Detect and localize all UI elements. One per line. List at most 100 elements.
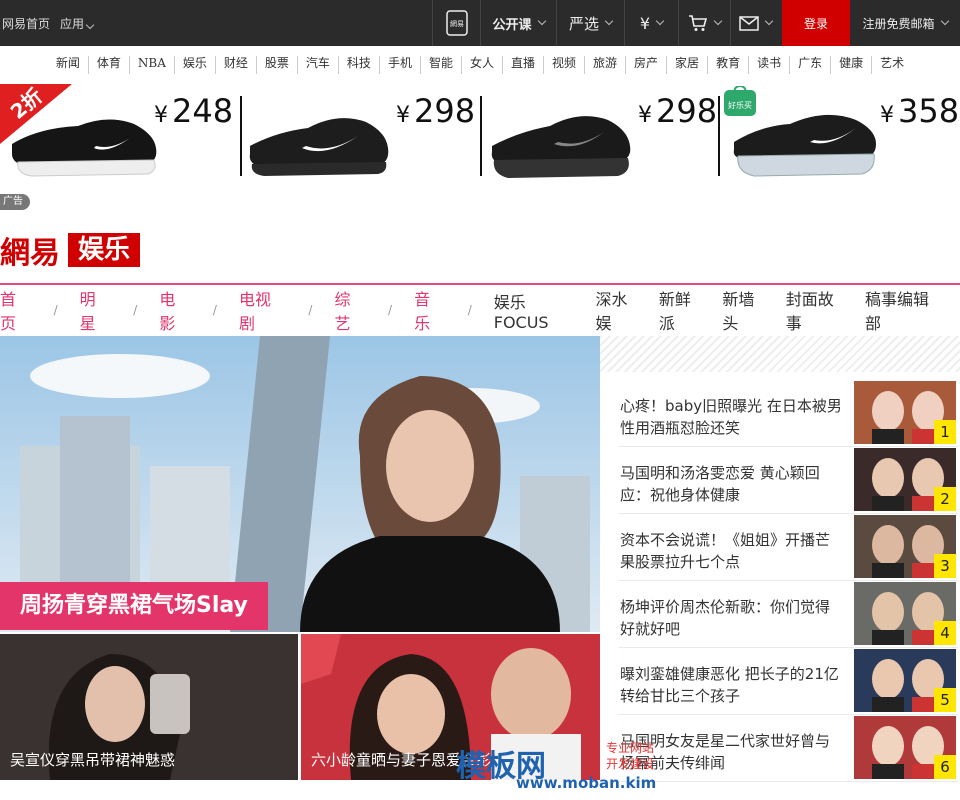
news-thumb[interactable]: 3 <box>854 515 956 578</box>
channel-link[interactable]: 汽车 <box>298 56 339 74</box>
subnav-link[interactable]: 明星 <box>80 286 112 334</box>
chevron-down-icon <box>85 20 95 29</box>
news-item[interactable]: 资本不会说谎！《姐姐》开播芒果股票拉升七个点 3 <box>618 515 958 581</box>
netease-ent-logo[interactable]: 網易 娱乐 <box>0 232 141 271</box>
shoe-image-4[interactable] <box>730 102 880 178</box>
channel-link[interactable]: 房产 <box>626 56 668 74</box>
apps-menu[interactable]: 应用 <box>60 15 95 32</box>
channel-link[interactable]: 家居 <box>667 56 709 74</box>
news-item[interactable]: 杨坤评价周杰伦新歌：你们觉得好就好吧 4 <box>618 582 958 648</box>
cart-menu[interactable] <box>678 0 730 46</box>
mobile-app-button[interactable]: 網易 <box>432 0 480 46</box>
subnav-link[interactable]: 电视剧 <box>239 286 286 334</box>
subnav-link[interactable]: 稿事编辑部 <box>865 286 944 334</box>
channel-link[interactable]: 直播 <box>503 56 544 74</box>
netease-home-link[interactable]: 网易首页 <box>2 15 50 32</box>
news-title[interactable]: 杨坤评价周杰伦新歌：你们觉得好就好吧 <box>620 596 842 640</box>
news-title[interactable]: 曝刘銮雄健康恶化 把长子的21亿转给甘比三个孩子 <box>620 663 842 707</box>
shoe-image-1[interactable] <box>8 104 160 178</box>
news-title[interactable]: 资本不会说谎！《姐姐》开播芒果股票拉升七个点 <box>620 529 842 573</box>
ent-sub-nav: 首页 / 明星 / 电影 / 电视剧 / 综艺 / 音乐 / 娱乐FOCUS 深水娱 新鲜派 新墙头 封面故事稿… <box>0 290 960 333</box>
phone-icon: 網易 <box>445 10 468 36</box>
register-email-menu[interactable]: 注册免费邮箱 <box>850 0 960 46</box>
channel-link[interactable]: 广东 <box>790 56 832 74</box>
news-item[interactable]: 曝刘銮雄健康恶化 把长子的21亿转给甘比三个孩子 5 <box>618 649 958 715</box>
chevron-down-icon <box>713 16 723 26</box>
channel-link[interactable]: 娱乐 <box>175 56 216 74</box>
subnav-separator: / <box>133 303 138 317</box>
rank-badge: 4 <box>934 621 956 645</box>
ad-divider <box>480 96 482 176</box>
thumb-caption-1: 吴宣仪穿黑吊带裙神魅惑 <box>10 751 176 769</box>
thumb-card-1[interactable]: 吴宣仪穿黑吊带裙神魅惑 <box>0 634 298 780</box>
cart-icon <box>689 15 708 31</box>
subnav-link[interactable]: 新鲜派 <box>659 286 706 334</box>
apps-label: 应用 <box>60 16 85 31</box>
ad-price-3: ¥298 <box>638 92 718 130</box>
rank-badge: 3 <box>934 554 956 578</box>
news-title[interactable]: 心疼！baby旧照曝光 在日本被男性用酒瓶怼脸还笑 <box>620 395 842 439</box>
login-button[interactable]: 登录 <box>782 0 850 46</box>
rank-badge: 6 <box>934 755 956 779</box>
mail-icon <box>739 15 759 31</box>
netease-logo-text: 網易 <box>0 236 60 271</box>
divider-line <box>0 283 960 285</box>
channel-link[interactable]: 旅游 <box>585 56 627 74</box>
watermark-red: 专业网站 开发建设 <box>606 741 655 771</box>
subnav-link[interactable]: 娱乐FOCUS <box>494 289 580 332</box>
subnav-separator: / <box>308 303 313 317</box>
rank-badge: 2 <box>934 487 956 511</box>
news-thumb[interactable]: 6 <box>854 716 956 779</box>
yen-icon: ¥ <box>639 13 651 33</box>
news-thumb[interactable]: 5 <box>854 649 956 712</box>
channel-link[interactable]: 新闻 <box>48 56 89 74</box>
watermark-url: www.moban.kim <box>516 774 657 792</box>
channel-link[interactable]: 视频 <box>544 56 586 74</box>
channel-link[interactable]: 财经 <box>216 56 257 74</box>
channel-link[interactable]: 女人 <box>462 56 503 74</box>
channel-link[interactable]: 体育 <box>89 56 130 74</box>
subnav-link[interactable]: 电影 <box>159 286 191 334</box>
channel-link[interactable]: 教育 <box>708 56 750 74</box>
ad-tag: 广告 <box>0 194 30 210</box>
chevron-down-icon <box>537 16 546 26</box>
channel-link[interactable]: 健康 <box>831 56 873 74</box>
channel-link[interactable]: 艺术 <box>872 56 912 74</box>
channel-link[interactable]: 股票 <box>257 56 298 74</box>
rank-badge: 5 <box>934 688 956 712</box>
channel-link[interactable]: 科技 <box>339 56 380 74</box>
open-course-menu[interactable]: 公开课 <box>480 0 556 46</box>
ad-divider <box>718 96 720 176</box>
ad-banner[interactable]: 2折 ¥248 ¥298 ¥298 好乐买 ¥358 <box>0 84 960 184</box>
shoe-image-2[interactable] <box>246 102 392 180</box>
subnav-link[interactable]: 封面故事 <box>786 286 849 334</box>
news-thumb[interactable]: 2 <box>854 448 956 511</box>
subnav-link[interactable]: 新墙头 <box>722 286 769 334</box>
news-item[interactable]: 心疼！baby旧照曝光 在日本被男性用酒瓶怼脸还笑 1 <box>618 381 958 447</box>
hero-image[interactable]: 周扬青穿黑裙气场Slay <box>0 336 600 632</box>
finance-menu[interactable]: ¥ <box>624 0 678 46</box>
hero-caption[interactable]: 周扬青穿黑裙气场Slay <box>0 582 268 630</box>
shoe-image-3[interactable] <box>488 102 634 180</box>
stripe-header <box>600 336 960 372</box>
channel-link[interactable]: 读书 <box>749 56 791 74</box>
channel-link[interactable]: NBA <box>130 56 175 74</box>
top-right-menu: 網易 公开课 严选 ¥ 登录 注册免费邮箱 <box>432 0 960 46</box>
subnav-link[interactable]: 深水娱 <box>596 286 643 334</box>
ad-price-2: ¥298 <box>396 92 476 130</box>
ad-divider <box>240 96 242 176</box>
news-title[interactable]: 马国明和汤洛雯恋爱 黄心颖回应：祝他身体健康 <box>620 462 842 506</box>
news-item[interactable]: 马国明和汤洛雯恋爱 黄心颖回应：祝他身体健康 2 <box>618 448 958 514</box>
channel-nav: 新闻 体育 NBA 娱乐 财经 股票 汽车 科技 手机 智能 女人 直播 视频 旅游 房产 家居 教育 读书 广东健… <box>0 56 960 74</box>
news-thumb[interactable]: 4 <box>854 582 956 645</box>
ad-price-1: ¥248 <box>154 92 234 130</box>
news-thumb[interactable]: 1 <box>854 381 956 444</box>
channel-link[interactable]: 手机 <box>380 56 421 74</box>
subnav-separator: / <box>53 303 58 317</box>
subnav-link[interactable]: 首页 <box>0 286 32 334</box>
channel-link[interactable]: 智能 <box>421 56 462 74</box>
mail-menu[interactable] <box>730 0 780 46</box>
subnav-link[interactable]: 音乐 <box>414 286 446 334</box>
subnav-link[interactable]: 综艺 <box>334 286 366 334</box>
yanxuan-menu[interactable]: 严选 <box>556 0 624 46</box>
